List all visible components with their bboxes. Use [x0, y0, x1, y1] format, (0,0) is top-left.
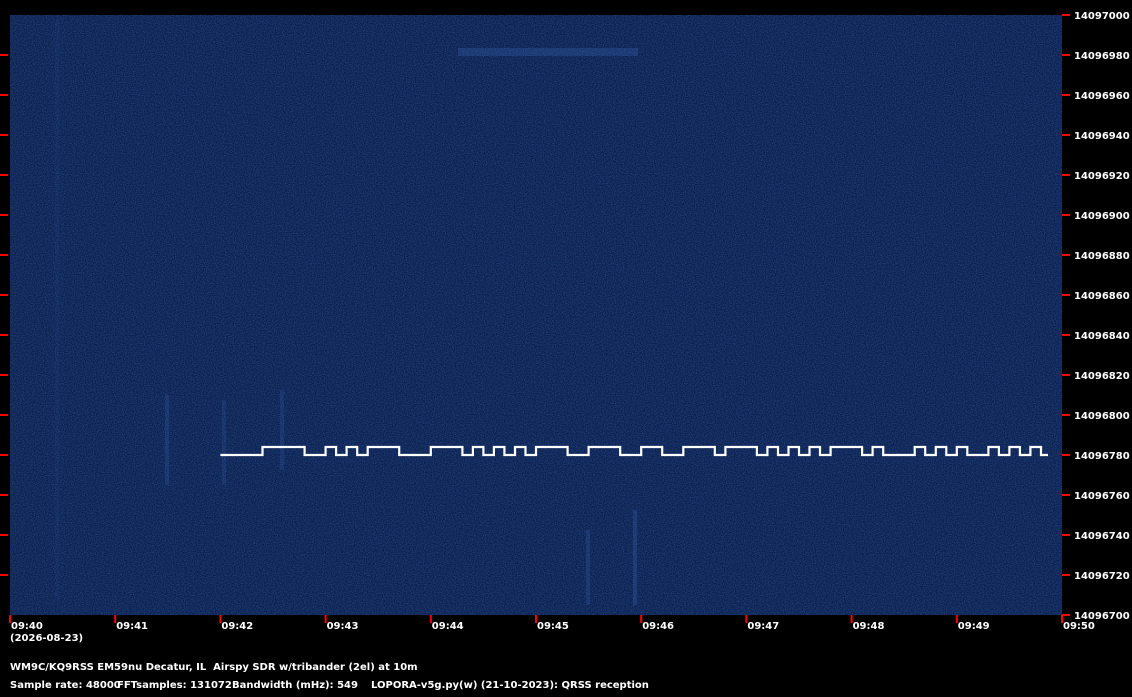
- y-tick-label: 14096740: [1074, 531, 1130, 542]
- y-tick-label: 14096980: [1074, 51, 1130, 62]
- x-tick-label: 09:42: [221, 621, 253, 632]
- x-tick-label: 09:49: [958, 621, 990, 632]
- x-tick-label: 09:43: [327, 621, 359, 632]
- y-tick-label: 14096840: [1074, 331, 1130, 342]
- y-tick-label: 14096720: [1074, 571, 1130, 582]
- y-tick-label: 14096920: [1074, 171, 1130, 182]
- software-info: LOPORA-v5g.py(w) (21-10-2023): QRSS rece…: [371, 680, 649, 691]
- station-info: WM9C/KQ9RSS EM59nu Decatur, IL Airspy SD…: [10, 662, 418, 673]
- x-tick-label: 09:47: [747, 621, 779, 632]
- x-tick-label: 09:45: [537, 621, 569, 632]
- noise-streak: [165, 395, 169, 485]
- spectrogram-chart: 1409670014096720140967401409676014096780…: [0, 11, 1130, 644]
- noise-streak: [586, 530, 590, 605]
- noise-streak: [222, 400, 226, 485]
- y-tick-label: 14096860: [1074, 291, 1130, 302]
- y-tick-label: 14096780: [1074, 451, 1130, 462]
- x-axis: 09:40 09:41 09:42 09:43 09:44 09:45 09:46 09:47…: [9, 615, 1095, 632]
- y-tick-label: 14096960: [1074, 91, 1130, 102]
- x-tick-label: 09:41: [116, 621, 148, 632]
- y-tick-label: 14096800: [1074, 411, 1130, 422]
- y-tick-label: 14096760: [1074, 491, 1130, 502]
- plot-noise: [10, 15, 1062, 615]
- x-tick-label: 09:50: [1063, 621, 1095, 632]
- x-tick-label: 09:40: [11, 621, 43, 632]
- y-tick-label: 14097000: [1074, 11, 1130, 22]
- date-label: (2026-08-23): [10, 633, 83, 644]
- y-tick-label: 14096900: [1074, 211, 1130, 222]
- bandwidth: Bandwidth (mHz): 549: [232, 680, 358, 691]
- y-tick-label: 14096940: [1074, 131, 1130, 142]
- x-tick-label: 09:44: [432, 621, 464, 632]
- fft-samples: FFTsamples: 131072: [117, 680, 232, 691]
- y-tick-label: 14096820: [1074, 371, 1130, 382]
- faint-signal: [458, 48, 638, 56]
- noise-streak: [633, 510, 637, 605]
- x-tick-label: 09:48: [853, 621, 885, 632]
- noise-streak: [280, 390, 284, 470]
- x-tick-label: 09:46: [642, 621, 674, 632]
- noise-streak: [55, 20, 59, 600]
- sample-rate: Sample rate: 48000: [10, 680, 121, 691]
- y-tick-label: 14096880: [1074, 251, 1130, 262]
